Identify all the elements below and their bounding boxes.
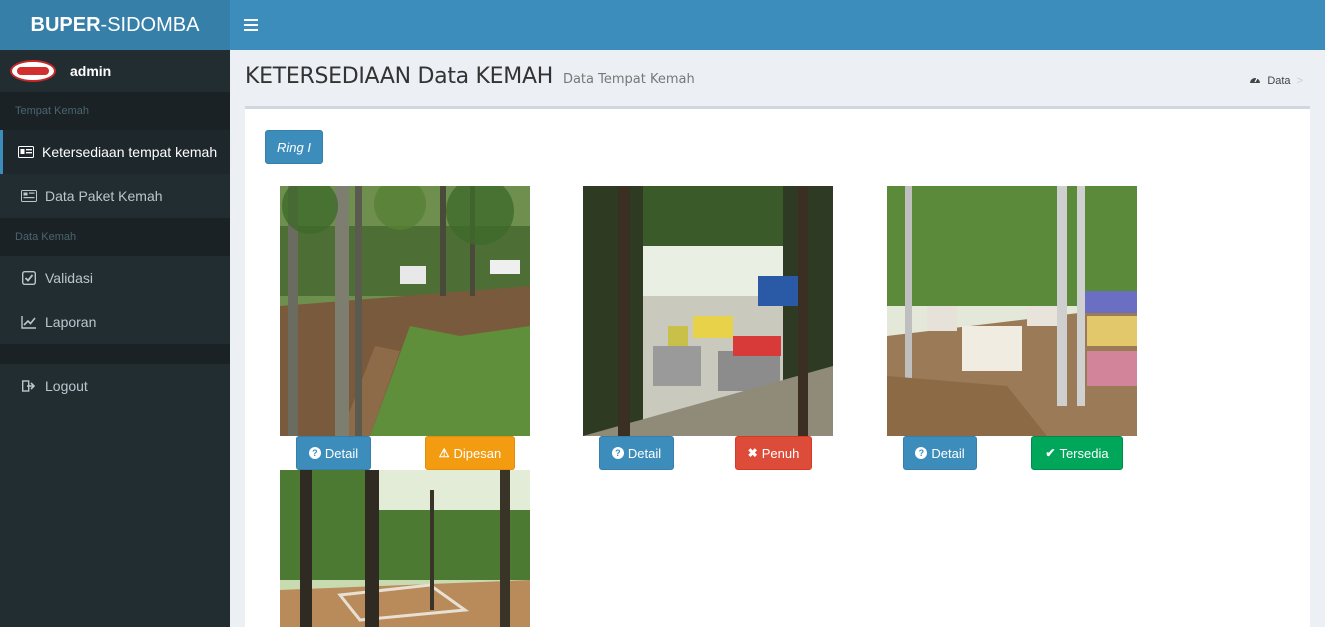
user-name: admin: [70, 63, 112, 79]
sidebar-item-label: Validasi: [45, 270, 93, 286]
detail-button[interactable]: ? Detail: [296, 436, 371, 470]
status-button-penuh[interactable]: ✖ Penuh: [735, 436, 812, 470]
check-icon: ✔: [1045, 446, 1056, 460]
ring-button[interactable]: Ring I: [265, 130, 323, 164]
sidebar-item-label: Data Paket Kemah: [45, 188, 163, 204]
menu-toggle-icon[interactable]: [244, 15, 258, 35]
detail-label: Detail: [627, 445, 662, 461]
sidebar-item-data-paket[interactable]: Data Paket Kemah: [0, 174, 230, 218]
times-icon: ✖: [747, 446, 758, 460]
status-label: Tersedia: [1059, 445, 1109, 461]
dashboard-icon: [1249, 74, 1261, 87]
sidebar-item-ketersediaan[interactable]: Ketersediaan tempat kemah: [0, 130, 230, 174]
avatar: [10, 60, 56, 82]
sidebar-divider: [0, 344, 230, 364]
content-header: KETERSEDIAAN Data KEMAH Data Tempat Kema…: [245, 64, 695, 94]
question-circle-icon: ?: [915, 447, 928, 459]
detail-label: Detail: [324, 445, 359, 461]
detail-label: Detail: [931, 445, 965, 461]
line-chart-icon: [21, 315, 37, 329]
breadcrumb: Data >: [1249, 74, 1303, 87]
sidebar-item-label: Laporan: [45, 314, 97, 330]
newspaper-icon: [21, 189, 37, 203]
content-box: Ring I ? Detail ⚠ Dipesan ? Detail ✖ Pen…: [245, 106, 1310, 627]
campsite-photo-4: [280, 470, 530, 627]
user-panel: admin: [0, 50, 230, 92]
sidebar-item-logout[interactable]: Logout: [0, 364, 230, 408]
sidebar: admin Tempat Kemah Ketersediaan tempat k…: [0, 50, 230, 627]
sidebar-item-laporan[interactable]: Laporan: [0, 300, 230, 344]
campsite-photo-2: [583, 186, 833, 436]
sidebar-item-label: Logout: [45, 378, 88, 394]
detail-button[interactable]: ? Detail: [903, 436, 977, 470]
top-navbar: [230, 0, 1325, 50]
sign-out-icon: [21, 379, 37, 393]
brand-logo[interactable]: BUPER -SIDOMBA: [0, 0, 230, 50]
status-button-tersedia[interactable]: ✔ Tersedia: [1031, 436, 1123, 470]
status-label: Dipesan: [453, 445, 502, 461]
detail-button[interactable]: ? Detail: [599, 436, 674, 470]
question-circle-icon: ?: [611, 447, 624, 459]
sidebar-header-tempat-kemah: Tempat Kemah: [0, 92, 230, 130]
warning-icon: ⚠: [438, 446, 450, 460]
id-card-icon: [18, 145, 34, 159]
sidebar-item-validasi[interactable]: Validasi: [0, 256, 230, 300]
campsite-photo-1: [280, 186, 530, 436]
sidebar-header-data-kemah: Data Kemah: [0, 218, 230, 256]
breadcrumb-separator: >: [1296, 74, 1303, 87]
check-square-icon: [21, 271, 37, 285]
status-button-dipesan[interactable]: ⚠ Dipesan: [425, 436, 515, 470]
brand-rest: -SIDOMBA: [100, 13, 200, 36]
page-subtitle: Data Tempat Kemah: [562, 72, 695, 87]
brand-bold: BUPER: [30, 13, 101, 36]
status-label: Penuh: [761, 445, 800, 461]
question-circle-icon: ?: [308, 447, 321, 459]
breadcrumb-item-data[interactable]: Data: [1267, 75, 1290, 87]
sidebar-item-label: Ketersediaan tempat kemah: [42, 144, 218, 160]
page-title: KETERSEDIAAN Data KEMAH: [245, 64, 553, 89]
campsite-photo-3: [887, 186, 1137, 436]
